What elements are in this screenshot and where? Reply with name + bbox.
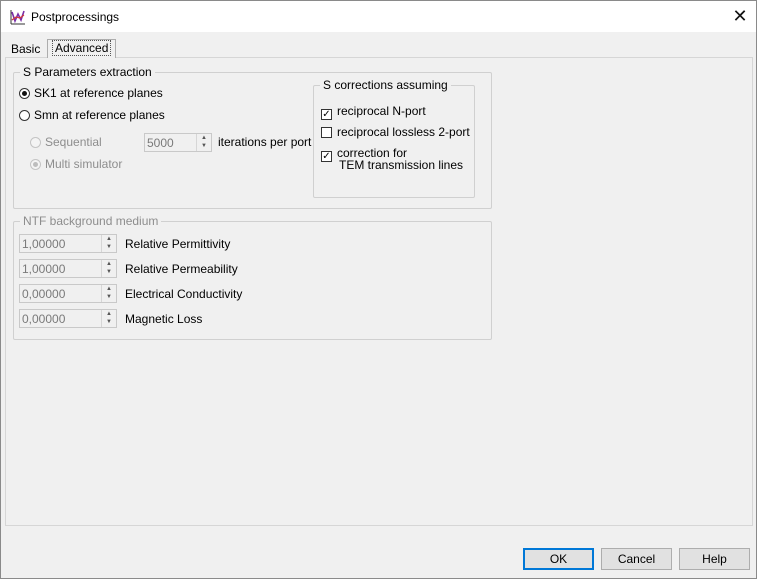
title-bar: Postprocessings ✕ — [1, 1, 756, 32]
spin-down-icon[interactable]: ▼ — [102, 268, 116, 276]
check-icon: ✓ — [321, 109, 332, 120]
multi-simulator-radio-indicator — [30, 159, 41, 170]
close-icon[interactable]: ✕ — [726, 5, 754, 29]
s-corrections-legend: S corrections assuming — [323, 78, 448, 92]
magnetic-loss-value: 0,00000 — [22, 312, 66, 326]
electrical-conductivity-spin-buttons[interactable]: ▲ ▼ — [101, 285, 116, 302]
chart-app-icon — [10, 9, 26, 25]
spin-down-icon[interactable]: ▼ — [197, 142, 211, 150]
electrical-conductivity-value: 0,00000 — [22, 287, 66, 301]
sequential-radio-indicator — [30, 137, 41, 148]
iterations-value: 5000 — [147, 136, 174, 150]
relative-permittivity-label: Relative Permittivity — [125, 237, 231, 251]
sk1-radio[interactable]: SK1 at reference planes — [19, 85, 163, 101]
magnetic-loss-spin-buttons[interactable]: ▲ ▼ — [101, 310, 116, 327]
magnetic-loss-stepper[interactable]: 0,00000 ▲ ▼ — [19, 309, 117, 328]
tem-correction-label-line2: TEM transmission lines — [339, 158, 464, 172]
relative-permeability-stepper[interactable]: 1,00000 ▲ ▼ — [19, 259, 117, 278]
ntf-background-legend: NTF background medium — [23, 214, 159, 228]
iterations-stepper[interactable]: 5000 ▲ ▼ — [144, 133, 212, 152]
tab-advanced-label: Advanced — [52, 40, 112, 56]
checkbox-empty-indicator — [321, 127, 332, 138]
relative-permeability-label: Relative Permeability — [125, 262, 238, 276]
reciprocal-nport-label: reciprocal N-port — [337, 104, 426, 118]
smn-radio-indicator — [19, 110, 30, 121]
postprocessings-dialog: Postprocessings ✕ Basic Advanced S Param… — [0, 0, 757, 579]
spin-down-icon[interactable]: ▼ — [102, 318, 116, 326]
iterations-spin-buttons[interactable]: ▲ ▼ — [196, 134, 211, 151]
tab-advanced[interactable]: Advanced — [47, 39, 117, 58]
spin-down-icon[interactable]: ▼ — [102, 243, 116, 251]
sequential-radio-label: Sequential — [45, 135, 102, 149]
tab-basic[interactable]: Basic — [7, 41, 45, 57]
electrical-conductivity-label: Electrical Conductivity — [125, 287, 243, 301]
reciprocal-lossless-checkbox[interactable]: reciprocal lossless 2-port — [321, 124, 470, 140]
iterations-suffix: iterations per port — [218, 135, 312, 149]
reciprocal-lossless-label: reciprocal lossless 2-port — [337, 125, 470, 139]
electrical-conductivity-stepper[interactable]: 0,00000 ▲ ▼ — [19, 284, 117, 303]
smn-radio-label: Smn at reference planes — [34, 108, 165, 122]
advanced-tab-panel: S Parameters extraction SK1 at reference… — [5, 57, 753, 526]
smn-radio[interactable]: Smn at reference planes — [19, 107, 165, 123]
sk1-radio-label: SK1 at reference planes — [34, 86, 163, 100]
multi-simulator-radio[interactable]: Multi simulator — [30, 156, 122, 172]
spin-up-icon[interactable]: ▲ — [102, 310, 116, 318]
help-button[interactable]: Help — [679, 548, 750, 570]
window-title: Postprocessings — [31, 10, 120, 24]
sk1-radio-indicator — [19, 88, 30, 99]
spin-up-icon[interactable]: ▲ — [102, 285, 116, 293]
spin-up-icon[interactable]: ▲ — [102, 260, 116, 268]
ok-button[interactable]: OK — [523, 548, 594, 570]
s-parameters-legend: S Parameters extraction — [23, 65, 152, 79]
spin-down-icon[interactable]: ▼ — [102, 293, 116, 301]
relative-permittivity-stepper[interactable]: 1,00000 ▲ ▼ — [19, 234, 117, 253]
relative-permittivity-value: 1,00000 — [22, 237, 66, 251]
multi-simulator-radio-label: Multi simulator — [45, 157, 123, 171]
check-icon: ✓ — [321, 151, 332, 162]
reciprocal-nport-checkbox[interactable]: ✓ reciprocal N-port — [321, 103, 426, 120]
spin-up-icon[interactable]: ▲ — [102, 235, 116, 243]
cancel-button[interactable]: Cancel — [601, 548, 672, 570]
relative-permeability-spin-buttons[interactable]: ▲ ▼ — [101, 260, 116, 277]
relative-permeability-value: 1,00000 — [22, 262, 66, 276]
spin-up-icon[interactable]: ▲ — [197, 134, 211, 142]
sequential-radio[interactable]: Sequential — [30, 134, 102, 150]
magnetic-loss-label: Magnetic Loss — [125, 312, 203, 326]
relative-permittivity-spin-buttons[interactable]: ▲ ▼ — [101, 235, 116, 252]
